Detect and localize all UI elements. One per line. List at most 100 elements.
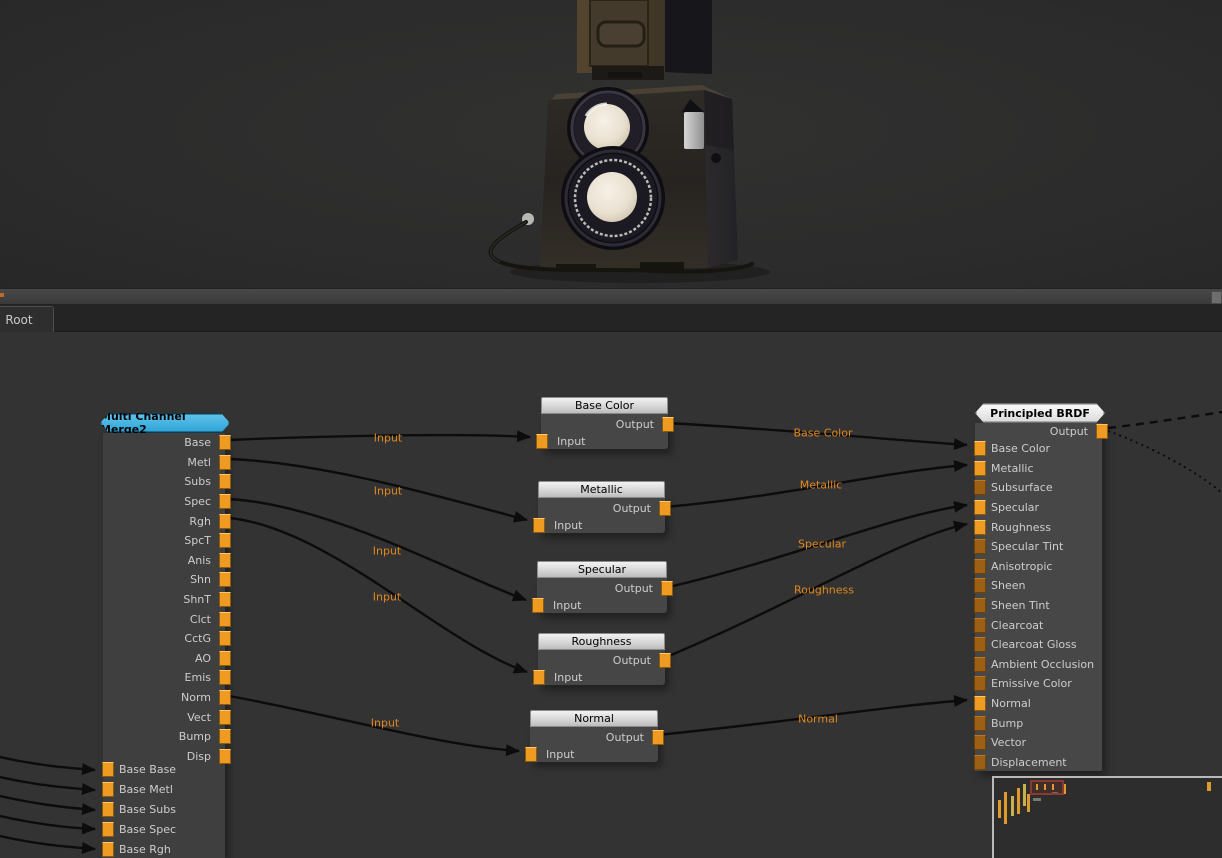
- output-port-metl[interactable]: [219, 455, 231, 470]
- graph-minimap[interactable]: [992, 776, 1222, 858]
- metallic-body: Output Input: [538, 498, 665, 533]
- port-row-subs: Subs: [103, 472, 225, 492]
- input-port-base-spec[interactable]: [102, 822, 114, 837]
- output-port-bump[interactable]: [219, 729, 231, 744]
- input-port-roughness[interactable]: [974, 520, 986, 535]
- specular-body: Output Input: [537, 578, 667, 613]
- roughness-header[interactable]: Roughness: [538, 633, 665, 650]
- brdf-node-title: Principled BRDF: [990, 407, 1090, 420]
- port-label: Base Color: [991, 442, 1050, 455]
- input-port-vector[interactable]: [974, 735, 986, 750]
- input-port-clearcoat[interactable]: [974, 618, 986, 633]
- input-port-specular-tint[interactable]: [974, 539, 986, 554]
- base-color-header[interactable]: Base Color: [541, 397, 668, 414]
- input-port-base-rgh[interactable]: [102, 842, 114, 857]
- input-port-ambient-occlusion[interactable]: [974, 657, 986, 672]
- port-row-subsurface: Subsurface: [975, 478, 1102, 498]
- output-port-subs[interactable]: [219, 474, 231, 489]
- output-port[interactable]: [662, 417, 674, 432]
- wire-brdf-output-dotted[interactable]: [1108, 431, 1222, 493]
- output-port-ao[interactable]: [219, 651, 231, 666]
- output-port-spec[interactable]: [219, 494, 231, 509]
- wire-in-base-spec[interactable]: [0, 816, 95, 829]
- node-roughness[interactable]: Roughness Output Input: [538, 633, 665, 685]
- input-port[interactable]: [533, 670, 545, 685]
- port-label: Input: [553, 599, 581, 612]
- output-row: Output: [975, 423, 1102, 439]
- input-port-specular[interactable]: [974, 500, 986, 515]
- minimap-view-rect[interactable]: [1030, 780, 1064, 795]
- node-specular[interactable]: Specular Output Input: [537, 561, 667, 613]
- node-title: Base Color: [575, 399, 634, 412]
- node-base-color[interactable]: Base Color Output Input: [541, 397, 668, 449]
- port-label: Metl: [187, 456, 211, 469]
- output-port-clct[interactable]: [219, 612, 231, 627]
- input-port-subsurface[interactable]: [974, 480, 986, 495]
- node-normal[interactable]: Normal Output Input: [530, 710, 658, 762]
- normal-header[interactable]: Normal: [530, 710, 658, 727]
- output-port-emis[interactable]: [219, 670, 231, 685]
- port-row-base-subs: Base Subs: [103, 800, 225, 820]
- input-port-normal[interactable]: [974, 696, 986, 711]
- port-label: CctG: [184, 632, 211, 645]
- wire-brdf-output-dashed[interactable]: [1108, 412, 1222, 428]
- wire-in-base-subs[interactable]: [0, 796, 95, 810]
- output-port-norm[interactable]: [219, 690, 231, 705]
- input-port-anisotropic[interactable]: [974, 559, 986, 574]
- input-port-metallic[interactable]: [974, 461, 986, 476]
- output-port-cctg[interactable]: [219, 631, 231, 646]
- input-port-clearcoat-gloss[interactable]: [974, 637, 986, 652]
- port-row-bump: Bump: [103, 727, 225, 747]
- input-port-base-color[interactable]: [974, 441, 986, 456]
- wire-in-base-rgh[interactable]: [0, 836, 95, 849]
- port-label: Sheen: [991, 579, 1025, 592]
- wire-label-normal: Normal: [798, 713, 838, 726]
- input-port-base-metl[interactable]: [102, 782, 114, 797]
- input-port[interactable]: [532, 598, 544, 613]
- input-port-base-base[interactable]: [102, 762, 114, 777]
- output-row: Output: [541, 414, 668, 433]
- node-multi-channel-merge2[interactable]: Multi Channel Merge2 Base Metl Subs Spec…: [100, 413, 230, 858]
- node-principled-brdf[interactable]: Principled BRDF Output Base Color Metall…: [975, 403, 1105, 771]
- wire-in-base-metl[interactable]: [0, 777, 95, 790]
- output-port-shnt[interactable]: [219, 592, 231, 607]
- input-port[interactable]: [533, 518, 545, 533]
- port-label: Displacement: [991, 756, 1067, 769]
- minimap-node-mark: [1064, 784, 1066, 794]
- merge-node-header[interactable]: Multi Channel Merge2: [100, 413, 230, 433]
- output-port-anis[interactable]: [219, 553, 231, 568]
- output-port-vect[interactable]: [219, 710, 231, 725]
- input-port-bump[interactable]: [974, 716, 986, 731]
- output-port[interactable]: [661, 581, 673, 596]
- input-port[interactable]: [536, 434, 548, 449]
- output-port-spct[interactable]: [219, 533, 231, 548]
- port-label: Subsurface: [991, 481, 1053, 494]
- output-port-rgh[interactable]: [219, 514, 231, 529]
- output-port[interactable]: [652, 730, 664, 745]
- port-label: Output: [615, 582, 653, 595]
- brdf-node-header[interactable]: Principled BRDF: [975, 403, 1105, 423]
- port-row-spec: Spec: [103, 492, 225, 512]
- input-port-base-subs[interactable]: [102, 802, 114, 817]
- node-metallic[interactable]: Metallic Output Input: [538, 481, 665, 533]
- minimap-node-mark: [1017, 788, 1020, 814]
- output-port-base[interactable]: [219, 435, 231, 450]
- input-port-emissive-color[interactable]: [974, 676, 986, 691]
- output-port[interactable]: [659, 501, 671, 516]
- port-row-norm: Norm: [103, 688, 225, 708]
- output-port-shn[interactable]: [219, 572, 231, 587]
- port-label: Clct: [190, 613, 211, 626]
- input-port[interactable]: [525, 747, 537, 762]
- input-port-sheen-tint[interactable]: [974, 598, 986, 613]
- port-row-base-rgh: Base Rgh: [103, 839, 225, 858]
- input-port-displacement[interactable]: [974, 755, 986, 770]
- node-editor-window: Root: [0, 0, 1222, 858]
- output-port[interactable]: [659, 653, 671, 668]
- metallic-header[interactable]: Metallic: [538, 481, 665, 498]
- input-port-sheen[interactable]: [974, 578, 986, 593]
- port-row-bump: Bump: [975, 713, 1102, 733]
- port-row-anisotropic: Anisotropic: [975, 557, 1102, 577]
- wire-in-base-base[interactable]: [0, 757, 95, 770]
- specular-header[interactable]: Specular: [537, 561, 667, 578]
- brdf-output-port[interactable]: [1096, 424, 1108, 439]
